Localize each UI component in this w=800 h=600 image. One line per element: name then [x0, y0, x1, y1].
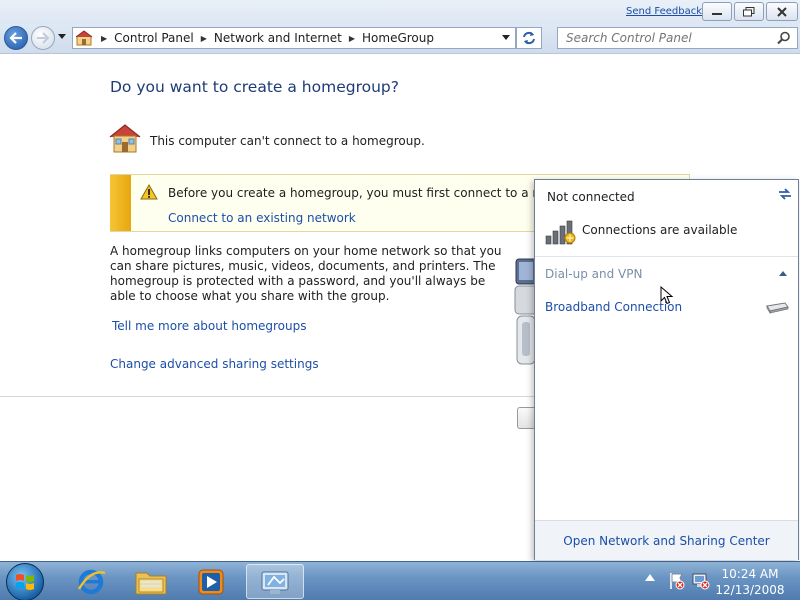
connect-to-network-link[interactable]: Connect to an existing network	[168, 211, 356, 225]
breadcrumb-separator[interactable]: ▶	[349, 34, 355, 43]
modem-icon	[766, 302, 789, 314]
network-status-icon[interactable]	[692, 572, 710, 590]
show-hidden-icons-chevron-icon[interactable]	[645, 574, 655, 582]
refresh-button[interactable]	[516, 27, 542, 49]
chevron-up-icon	[779, 271, 787, 276]
navigation-bar: ▶ Control Panel ▶ Network and Internet ▶…	[0, 24, 800, 54]
tell-me-more-link[interactable]: Tell me more about homegroups	[112, 319, 307, 333]
forward-button[interactable]	[31, 26, 55, 50]
search-input[interactable]	[558, 28, 773, 48]
warning-stripe	[110, 175, 131, 231]
clock-time: 10:24 AM	[721, 567, 779, 581]
search-box[interactable]	[557, 27, 798, 49]
chevron-down-icon	[502, 35, 510, 40]
content-divider	[0, 396, 540, 397]
refresh-icon	[523, 31, 535, 45]
connections-available-label: Connections are available	[582, 223, 738, 237]
control-panel-icon	[76, 30, 93, 46]
address-bar[interactable]: ▶ Control Panel ▶ Network and Internet ▶…	[72, 27, 516, 49]
minimize-icon	[712, 12, 722, 15]
restore-button[interactable]	[734, 2, 764, 21]
close-icon	[777, 6, 787, 17]
refresh-network-list-icon[interactable]	[777, 187, 793, 201]
taskbar: 10:24 AM 12/13/2008	[0, 561, 800, 600]
start-button[interactable]	[6, 563, 44, 600]
breadcrumb-network-and-internet[interactable]: Network and Internet	[214, 31, 342, 45]
back-button[interactable]	[4, 26, 28, 50]
taskbar-windows-explorer[interactable]	[122, 564, 180, 599]
breadcrumb-homegroup[interactable]: HomeGroup	[362, 31, 434, 45]
clock-date: 12/13/2008	[715, 583, 785, 597]
collapse-group-button[interactable]	[777, 268, 789, 280]
folder-icon	[135, 572, 167, 594]
breadcrumb-separator[interactable]: ▶	[201, 34, 207, 43]
minimize-button[interactable]	[702, 2, 732, 21]
wireless-signal-icon	[545, 220, 576, 245]
window-title-bar: Send Feedback	[0, 0, 800, 24]
homegroup-description: A homegroup links computers on your home…	[110, 244, 502, 303]
windows-logo-icon	[16, 574, 34, 590]
recent-pages-chevron-icon[interactable]	[58, 34, 66, 40]
warning-icon	[140, 184, 158, 200]
flyout-divider	[535, 256, 798, 257]
dialup-vpn-group-header[interactable]: Dial-up and VPN	[545, 267, 642, 281]
network-flyout: Not connected Connections are available …	[534, 179, 799, 560]
restore-icon	[743, 6, 755, 16]
open-network-sharing-center-link[interactable]: Open Network and Sharing Center	[535, 534, 798, 548]
address-dropdown-button[interactable]	[499, 31, 513, 45]
close-button[interactable]	[766, 2, 798, 21]
taskbar-control-panel[interactable]	[246, 564, 304, 599]
media-player-icon	[198, 569, 224, 594]
page-title: Do you want to create a homegroup?	[110, 78, 399, 96]
back-arrow-icon	[9, 32, 22, 44]
flyout-footer: Open Network and Sharing Center	[535, 520, 798, 560]
breadcrumb-separator[interactable]: ▶	[101, 34, 107, 43]
homegroup-house-icon	[109, 124, 141, 153]
mouse-pointer-icon	[660, 286, 674, 305]
control-panel-icon	[261, 571, 289, 594]
system-clock[interactable]: 10:24 AM 12/13/2008	[712, 566, 788, 598]
forward-arrow-icon	[37, 32, 50, 44]
connection-status: Not connected	[547, 190, 635, 204]
warning-message: Before you create a homegroup, you must …	[168, 186, 585, 200]
advanced-sharing-settings-link[interactable]: Change advanced sharing settings	[110, 357, 319, 371]
action-center-flag-icon[interactable]	[668, 572, 686, 590]
breadcrumb-control-panel[interactable]: Control Panel	[114, 31, 194, 45]
ie-icon	[77, 569, 106, 594]
taskbar-internet-explorer[interactable]	[62, 564, 120, 599]
taskbar-media-player[interactable]	[182, 564, 240, 599]
search-icon[interactable]	[777, 31, 791, 45]
send-feedback-link[interactable]: Send Feedback	[626, 6, 702, 17]
cannot-connect-message: This computer can't connect to a homegro…	[150, 134, 425, 148]
